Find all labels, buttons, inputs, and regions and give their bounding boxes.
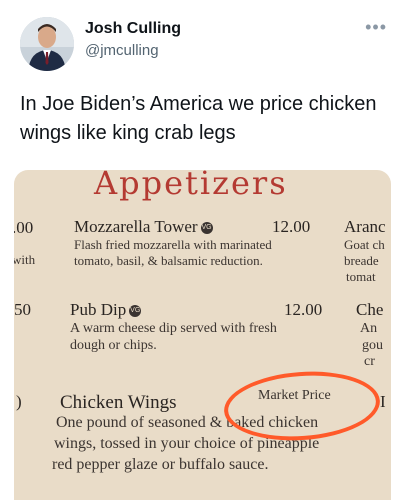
menu-right-fragment: cr [364, 354, 375, 369]
menu-item-desc: red pepper glaze or buffalo sauce. [52, 456, 269, 473]
menu-item-price: 12.00 [284, 300, 323, 319]
menu-right-fragment: gou [362, 338, 383, 353]
menu-title: Appetizers [94, 170, 288, 202]
menu-right-fragment: Goat ch [344, 237, 385, 252]
author-name[interactable]: Josh Culling [85, 20, 181, 38]
menu-right-fragment: Aranc [344, 217, 386, 236]
vegetarian-badge-icon: VG [200, 222, 213, 235]
menu-item-name: Chicken Wings [60, 392, 177, 413]
menu-item-price: 12.00 [272, 217, 311, 236]
tweet-text: In Joe Biden’s America we price chicken … [20, 93, 377, 144]
price-highlight-circle [221, 366, 383, 446]
menu-item-desc: Flash fried mozzarella with marinated [74, 237, 272, 252]
tweet-header: Josh Culling @jmculling ••• [0, 0, 405, 80]
more-horizontal-icon[interactable]: ••• [365, 18, 387, 36]
vegetarian-badge-icon: VG [129, 305, 142, 318]
menu-right-fragment: tomat [346, 269, 376, 284]
menu-right-fragment: An [360, 321, 378, 336]
tweet-media[interactable]: Appetizers .00 with 50 ) Mozzarella Towe… [14, 170, 391, 500]
menu-item-desc: tomato, basil, & balsamic reduction. [74, 253, 263, 268]
menu-left-fragment: 50 [14, 300, 31, 319]
menu-item-desc: dough or chips. [70, 338, 157, 353]
menu-item-name: Mozzarella Tower VG [74, 217, 213, 237]
menu-item-name: Pub Dip VG [70, 300, 142, 320]
menu-right-fragment: Che [356, 300, 384, 319]
menu-left-fragment: with [14, 252, 36, 267]
menu-item-name-text: Pub Dip [70, 300, 127, 319]
menu-right-fragment: breade [344, 253, 379, 268]
menu-right-fragment: I [380, 392, 386, 411]
menu-left-fragment: .00 [14, 218, 34, 237]
menu-item-name-text: Mozzarella Tower [74, 217, 198, 236]
menu-left-fragment: ) [16, 392, 22, 411]
avatar-image [20, 17, 74, 71]
menu-item-desc: A warm cheese dip served with fresh [70, 321, 277, 336]
author-handle[interactable]: @jmculling [85, 42, 159, 59]
avatar[interactable] [20, 17, 74, 71]
